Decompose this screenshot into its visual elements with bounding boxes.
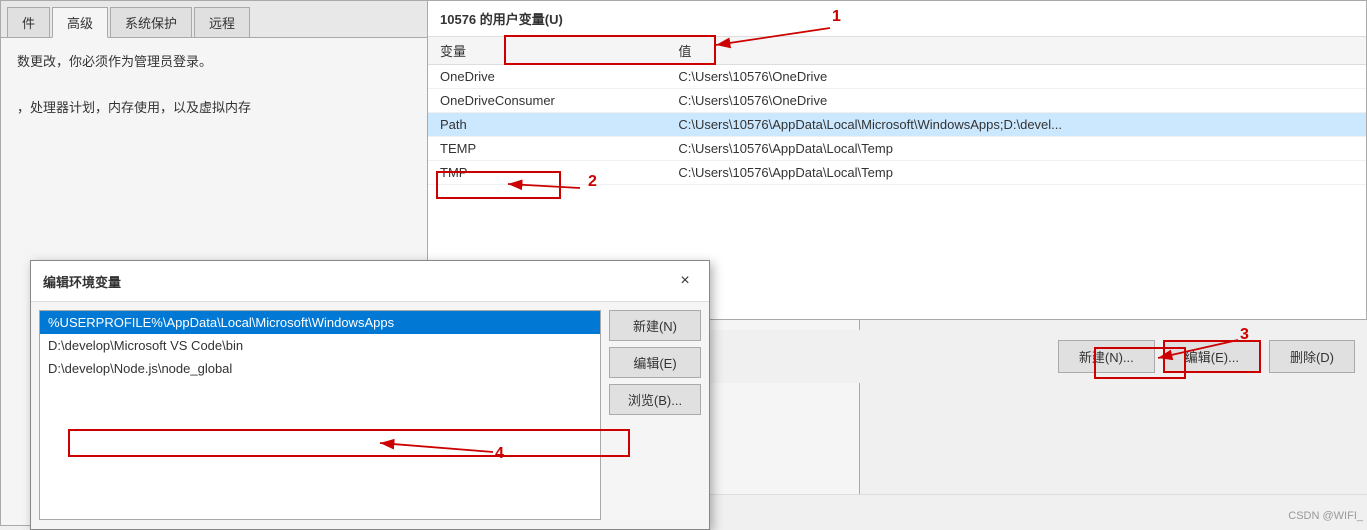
table-row[interactable]: OneDriveConsumerC:\Users\10576\OneDrive xyxy=(428,89,1366,113)
dialog-close-button[interactable]: × xyxy=(673,269,697,293)
dialog-list-item[interactable]: D:\develop\Node.js\node_global xyxy=(40,357,600,380)
edit-dialog: 编辑环境变量 × %USERPROFILE%\AppData\Local\Mic… xyxy=(30,260,710,530)
var-cell: TEMP xyxy=(428,137,666,161)
new-btn[interactable]: 新建(N)... xyxy=(1058,340,1155,373)
dialog-side-btn[interactable]: 新建(N) xyxy=(609,310,701,341)
table-row[interactable]: TEMPC:\Users\10576\AppData\Local\Temp xyxy=(428,137,1366,161)
tab-item[interactable]: 件 xyxy=(7,7,50,37)
val-cell: C:\Users\10576\OneDrive xyxy=(666,65,1366,89)
edit-btn[interactable]: 编辑(E)... xyxy=(1163,340,1261,373)
dialog-list-item[interactable]: %USERPROFILE%\AppData\Local\Microsoft\Wi… xyxy=(40,311,600,334)
dialog-side-buttons: 新建(N) 编辑(E) 浏览(B)... xyxy=(609,302,709,528)
env-table: 变量 值 OneDriveC:\Users\10576\OneDriveOneD… xyxy=(428,37,1366,185)
table-row[interactable]: OneDriveC:\Users\10576\OneDrive xyxy=(428,65,1366,89)
val-cell: C:\Users\10576\AppData\Local\Temp xyxy=(666,137,1366,161)
var-cell: OneDriveConsumer xyxy=(428,89,666,113)
csdn-watermark: CSDN @WIFI_ xyxy=(1288,510,1363,522)
table-row[interactable]: TMPC:\Users\10576\AppData\Local\Temp xyxy=(428,161,1366,185)
col-header-val: 值 xyxy=(666,37,1366,65)
dialog-title: 编辑环境变量 xyxy=(43,272,121,291)
val-cell: C:\Users\10576\AppData\Local\Temp xyxy=(666,161,1366,185)
var-cell: OneDrive xyxy=(428,65,666,89)
tab-remote[interactable]: 远程 xyxy=(194,7,250,37)
var-cell: TMP xyxy=(428,161,666,185)
delete-btn[interactable]: 删除(D) xyxy=(1269,340,1355,373)
col-header-var: 变量 xyxy=(428,37,666,65)
tab-protection[interactable]: 系统保护 xyxy=(110,7,192,37)
tab-advanced[interactable]: 高级 xyxy=(52,7,108,38)
env-panel-title: 10576 的用户变量(U) xyxy=(428,1,1366,37)
dialog-titlebar: 编辑环境变量 × xyxy=(31,261,709,302)
dialog-body: %USERPROFILE%\AppData\Local\Microsoft\Wi… xyxy=(31,302,709,528)
val-cell: C:\Users\10576\AppData\Local\Microsoft\W… xyxy=(666,113,1366,137)
dialog-side-btn[interactable]: 浏览(B)... xyxy=(609,384,701,415)
table-row[interactable]: PathC:\Users\10576\AppData\Local\Microso… xyxy=(428,113,1366,137)
dialog-list[interactable]: %USERPROFILE%\AppData\Local\Microsoft\Wi… xyxy=(39,310,601,520)
val-cell: C:\Users\10576\OneDrive xyxy=(666,89,1366,113)
dialog-side-btn[interactable]: 编辑(E) xyxy=(609,347,701,378)
var-cell: Path xyxy=(428,113,666,137)
dialog-list-item[interactable]: D:\develop\Microsoft VS Code\bin xyxy=(40,334,600,357)
